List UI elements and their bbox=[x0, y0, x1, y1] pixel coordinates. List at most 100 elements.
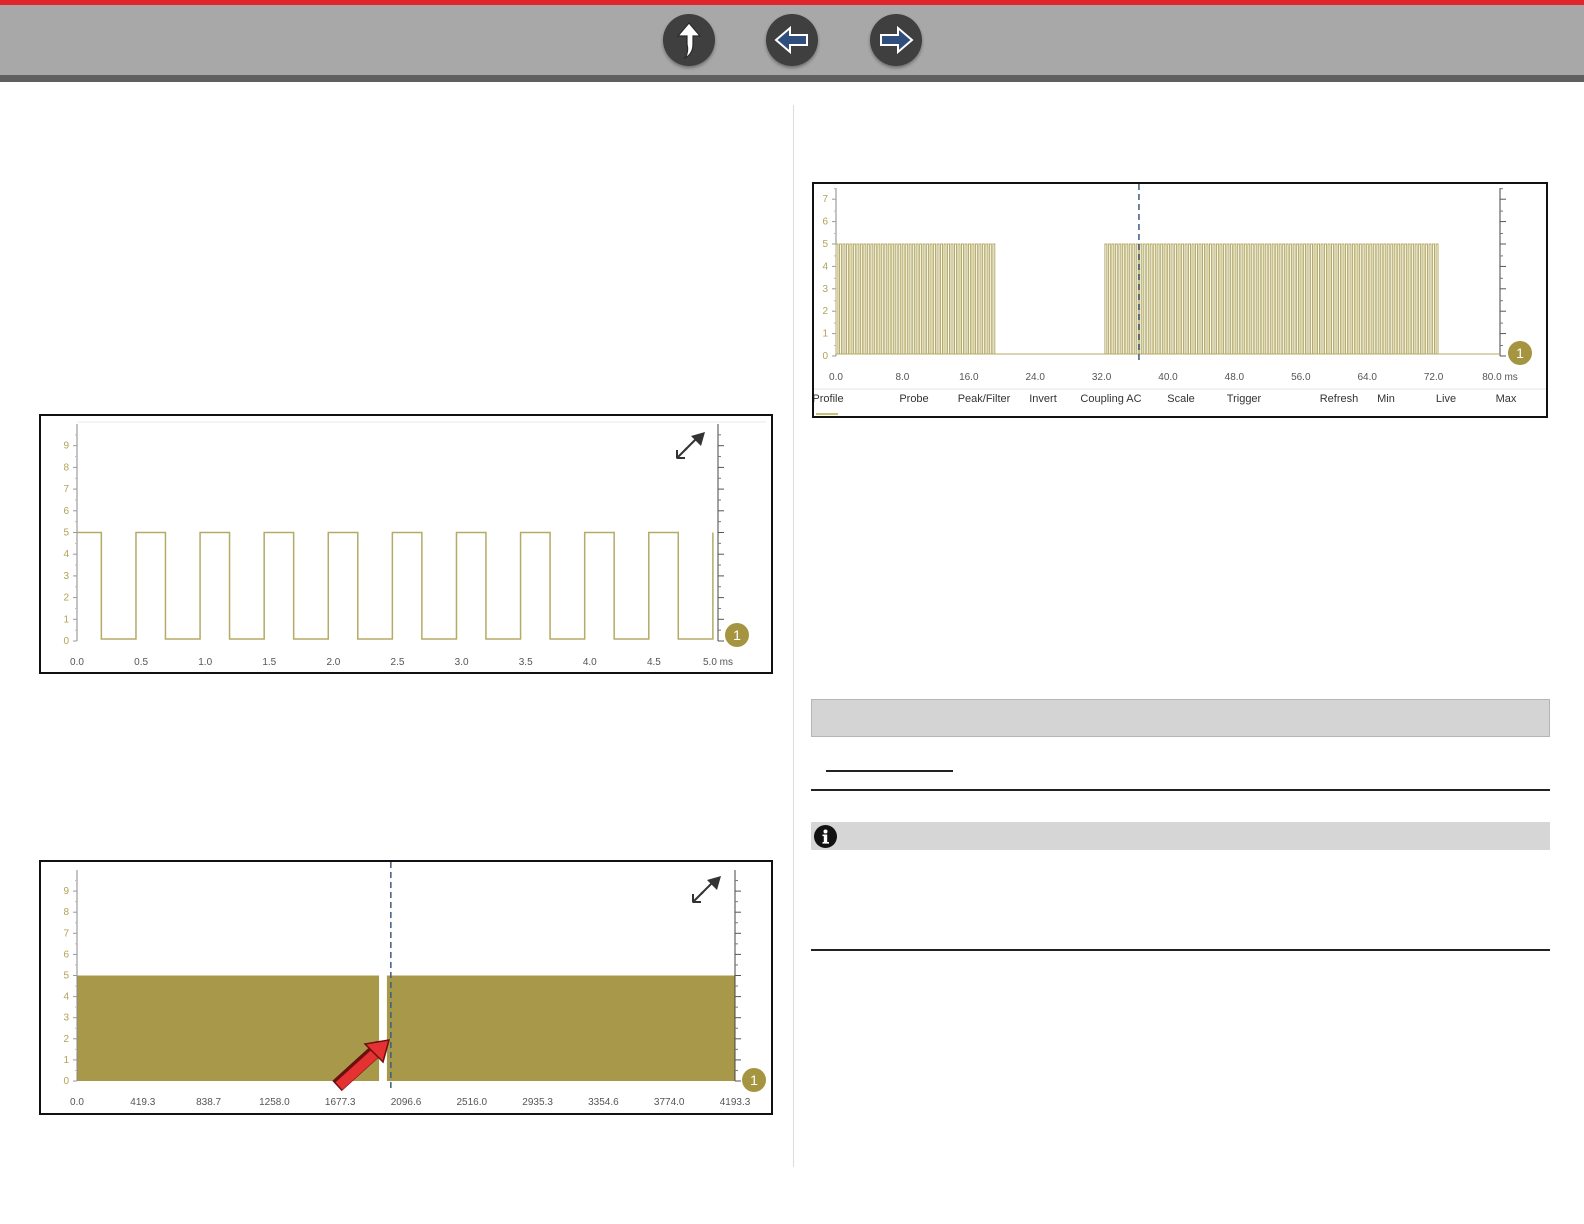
x-tick-label: 0.5 bbox=[134, 657, 148, 668]
y-tick-label: 7 bbox=[63, 484, 69, 495]
y-tick-label: 4 bbox=[822, 261, 828, 272]
y-tick-label: 1 bbox=[63, 614, 69, 625]
toolbar-item-refresh[interactable]: Refresh bbox=[1320, 393, 1359, 405]
y-tick-label: 0 bbox=[822, 351, 828, 362]
x-tick-label: 4.5 bbox=[647, 657, 661, 668]
y-tick-label: 0 bbox=[63, 1076, 69, 1087]
x-tick-label: 16.0 bbox=[959, 372, 979, 383]
up-button[interactable] bbox=[663, 14, 715, 66]
back-button[interactable] bbox=[766, 14, 818, 66]
toolbar-item-live[interactable]: Live bbox=[1436, 393, 1456, 405]
x-tick-label: 3.0 bbox=[455, 657, 469, 668]
x-tick-label: 24.0 bbox=[1025, 372, 1045, 383]
x-tick-label: 1.5 bbox=[262, 657, 276, 668]
waveform-trace bbox=[77, 531, 714, 640]
y-tick-label: 3 bbox=[63, 571, 69, 582]
expand-icon bbox=[676, 432, 705, 459]
y-tick-label: 8 bbox=[63, 462, 69, 473]
scope-plot-area: 0 1 2 3 4 5 6 7 0.0 8.0 16.0 24.0 32.0 40.0 48.0 56.0 64… bbox=[814, 184, 1546, 415]
y-tick-label: 2 bbox=[63, 593, 69, 604]
toolbar-item-max[interactable]: Max bbox=[1496, 393, 1517, 405]
scope-plot-area: 0 1 2 3 4 5 6 7 8 9 0.0 0.5 1.0 1.5 2.0 2.5 3.0 3.5 4.0 4.5… bbox=[63, 421, 766, 668]
y-tick-label: 7 bbox=[822, 194, 828, 205]
toolbar-item-probe[interactable]: Probe bbox=[899, 393, 928, 405]
x-tick-label: 64.0 bbox=[1357, 372, 1377, 383]
y-tick-label: 2 bbox=[63, 1034, 69, 1045]
burst-trace-1 bbox=[835, 243, 996, 354]
x-tick-label: 0.0 bbox=[829, 372, 843, 383]
toolbar-item-coupling-ac[interactable]: Coupling AC bbox=[1080, 393, 1141, 405]
y-tick-label: 7 bbox=[63, 928, 69, 939]
x-tick-label: 4.0 bbox=[583, 657, 597, 668]
burst-trace-2 bbox=[1104, 243, 1439, 354]
x-tick-label: 1.0 bbox=[198, 657, 212, 668]
info-icon bbox=[814, 825, 837, 848]
left-arrow-icon bbox=[774, 25, 808, 55]
y-tick-label: 6 bbox=[63, 949, 69, 960]
x-tick-label: 2.0 bbox=[326, 657, 340, 668]
scope-chart-burst[interactable]: 0 1 2 3 4 5 6 7 0.0 8.0 16.0 24.0 32.0 40.0 48.0 56.0 64… bbox=[812, 182, 1548, 418]
scope-chart-zoomed[interactable]: 0 1 2 3 4 5 6 7 8 9 0.0 0.5 1.0 1.5 2.0 2.5 3.0 3.5 4.0 4.5… bbox=[39, 414, 773, 674]
y-tick-label: 5 bbox=[822, 239, 828, 250]
y-tick-label: 5 bbox=[63, 971, 69, 982]
toolbar-item-min[interactable]: Min bbox=[1377, 393, 1395, 405]
right-arrow-icon bbox=[880, 25, 914, 55]
toolbar-item-profile[interactable]: Profile bbox=[814, 393, 844, 405]
top-navigation-bar bbox=[0, 0, 1584, 82]
x-tick-label: 56.0 bbox=[1291, 372, 1311, 383]
section-rule-bottom bbox=[811, 949, 1550, 951]
y-tick-label: 5 bbox=[63, 528, 69, 539]
y-tick-label: 9 bbox=[63, 886, 69, 897]
channel-badge-label: 1 bbox=[1516, 345, 1524, 361]
forward-button[interactable] bbox=[870, 14, 922, 66]
x-tick-label: 0.0 bbox=[70, 657, 84, 668]
y-tick-label: 6 bbox=[822, 217, 828, 228]
y-tick-label: 2 bbox=[822, 306, 828, 317]
column-divider bbox=[793, 105, 794, 1167]
scope-plot-area: 0 1 2 3 4 5 6 7 8 9 0.0 419.3 838.7 1258.0 1677.3 2096.… bbox=[63, 862, 766, 1108]
x-tick-label: 2.5 bbox=[391, 657, 405, 668]
x-tick-label: 419.3 bbox=[130, 1097, 155, 1108]
channel-badge-label: 1 bbox=[750, 1072, 758, 1088]
toolbar-item-peak-filter[interactable]: Peak/Filter bbox=[958, 393, 1011, 405]
toolbar-item-scale[interactable]: Scale bbox=[1167, 393, 1195, 405]
heading-underline bbox=[826, 770, 953, 772]
toolbar-item-invert[interactable]: Invert bbox=[1029, 393, 1057, 405]
y-tick-label: 4 bbox=[63, 549, 69, 560]
y-tick-label: 1 bbox=[63, 1055, 69, 1066]
waveform-block-left bbox=[77, 975, 380, 1081]
x-tick-label: 72.0 bbox=[1424, 372, 1444, 383]
y-tick-label: 3 bbox=[822, 284, 828, 295]
x-tick-label: 0.0 bbox=[70, 1097, 84, 1108]
y-tick-label: 8 bbox=[63, 907, 69, 918]
expand-arrow-head bbox=[691, 432, 705, 446]
waveform-block-right bbox=[386, 975, 735, 1081]
scope-chart-compressed[interactable]: 0 1 2 3 4 5 6 7 8 9 0.0 419.3 838.7 1258.0 1677.3 2096.… bbox=[39, 860, 773, 1115]
x-tick-label: 2516.0 bbox=[457, 1097, 488, 1108]
y-tick-label: 0 bbox=[63, 636, 69, 647]
y-tick-label: 3 bbox=[63, 1013, 69, 1024]
x-tick-label: 2096.6 bbox=[391, 1097, 422, 1108]
expand-arrow-head bbox=[707, 876, 721, 890]
up-arrow-icon bbox=[676, 22, 702, 60]
accent-line bbox=[0, 0, 1584, 5]
section-header-bar bbox=[811, 699, 1550, 737]
x-tick-label: 3354.6 bbox=[588, 1097, 619, 1108]
x-tick-label: 1258.0 bbox=[259, 1097, 290, 1108]
y-tick-label: 1 bbox=[822, 329, 828, 340]
bar-shadow-line bbox=[0, 75, 1584, 82]
expand-icon bbox=[692, 876, 721, 903]
x-tick-label: 48.0 bbox=[1225, 372, 1245, 383]
x-tick-label: 5.0 ms bbox=[703, 657, 733, 668]
x-tick-label: 3774.0 bbox=[654, 1097, 685, 1108]
y-tick-label: 6 bbox=[63, 506, 69, 517]
channel-badge-label: 1 bbox=[733, 627, 741, 643]
x-tick-label: 2935.3 bbox=[522, 1097, 553, 1108]
x-tick-label: 8.0 bbox=[895, 372, 909, 383]
toolbar-item-trigger[interactable]: Trigger bbox=[1227, 393, 1262, 405]
x-tick-label: 40.0 bbox=[1158, 372, 1178, 383]
y-tick-label: 9 bbox=[63, 441, 69, 452]
y-tick-label: 4 bbox=[63, 992, 69, 1003]
x-tick-label: 4193.3 bbox=[720, 1097, 751, 1108]
x-tick-label: 3.5 bbox=[519, 657, 533, 668]
